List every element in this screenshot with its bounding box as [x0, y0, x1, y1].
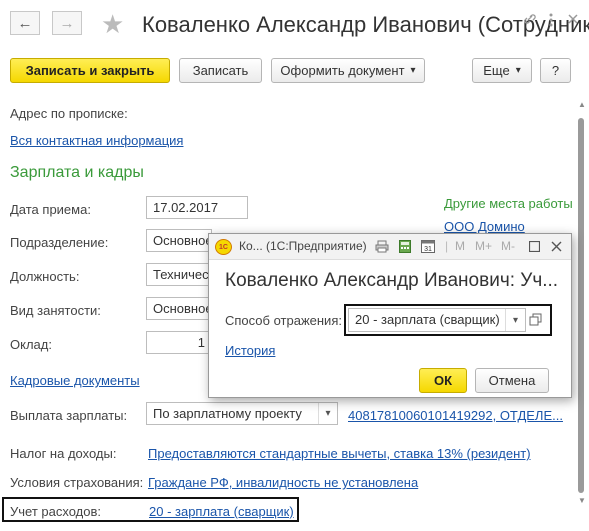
position-label: Должность: [10, 269, 80, 284]
method-select[interactable]: 20 - зарплата (сварщик) [348, 308, 526, 332]
save-button[interactable]: Записать [179, 58, 262, 83]
save-and-close-button[interactable]: Записать и закрыть [10, 58, 170, 83]
make-document-button[interactable]: Оформить документ ▾ [271, 58, 425, 83]
company-link[interactable]: ООО Домино [444, 219, 525, 234]
printer-icon[interactable] [375, 240, 389, 253]
contact-info-link[interactable]: Вся контактная информация [10, 133, 183, 148]
scrollbar-thumb[interactable] [578, 118, 584, 493]
salary-field[interactable]: 1 [146, 331, 212, 354]
open-icon[interactable] [529, 313, 543, 327]
payout-label: Выплата зарплаты: [10, 408, 128, 423]
chevron-down-icon[interactable]: ▾ [318, 403, 337, 424]
more-button[interactable]: Еще ▾ [472, 58, 532, 83]
other-workplaces-label: Другие места работы [444, 196, 573, 211]
forward-button[interactable]: → [52, 11, 82, 35]
hire-date-field[interactable]: 17.02.2017 [146, 196, 248, 219]
memory-plus-button[interactable]: M+ [475, 239, 492, 253]
maximize-icon[interactable] [529, 241, 540, 252]
insurance-label: Условия страхования: [10, 475, 144, 490]
link-icon[interactable] [523, 12, 537, 26]
tax-link[interactable]: Предоставляются стандартные вычеты, став… [148, 446, 531, 461]
close-icon[interactable] [551, 241, 562, 252]
window-title: Коваленко Александр Иванович (Сотрудник) [142, 12, 589, 37]
scroll-up-icon[interactable]: ▲ [578, 100, 586, 109]
back-button[interactable]: ← [10, 11, 40, 35]
arrow-left-icon: ← [17, 14, 33, 32]
chevron-down-icon: ▾ [410, 65, 416, 76]
address-label: Адрес по прописке: [10, 106, 128, 121]
svg-text:31: 31 [424, 246, 432, 253]
chevron-down-icon: ▾ [515, 65, 521, 76]
section-title: Зарплата и кадры [10, 164, 144, 181]
department-label: Подразделение: [10, 235, 109, 250]
hr-documents-link[interactable]: Кадровые документы [10, 373, 140, 388]
memory-button[interactable]: M [455, 239, 465, 253]
expense-method-dialog: 1С Ко... (1С:Предприятие) 31 | M M+ M- К… [208, 233, 572, 398]
insurance-link[interactable]: Граждане РФ, инвалидность не установлена [148, 475, 418, 490]
arrow-right-icon: → [59, 14, 75, 32]
hire-date-label: Дата приема: [10, 202, 91, 217]
memory-minus-button[interactable]: M- [501, 239, 515, 253]
dialog-header: 1С Ко... (1С:Предприятие) 31 | M M+ M- [209, 234, 571, 260]
help-button[interactable]: ? [540, 58, 571, 83]
app-logo-icon: 1С [215, 239, 232, 255]
chevron-down-icon[interactable]: ▾ [505, 309, 525, 331]
ok-button[interactable]: ОК [419, 368, 467, 393]
dialog-header-title: Ко... (1С:Предприятие) [239, 239, 367, 253]
cancel-button[interactable]: Отмена [475, 368, 549, 393]
employment-label: Вид занятости: [10, 303, 101, 318]
department-field[interactable]: Основное [146, 229, 212, 252]
tax-label: Налог на доходы: [10, 446, 117, 461]
scroll-down-icon[interactable]: ▼ [578, 496, 586, 505]
close-icon[interactable] [567, 13, 579, 25]
salary-label: Оклад: [10, 337, 52, 352]
dialog-title: Коваленко Александр Иванович: Уч... [225, 270, 559, 291]
divider: | [445, 239, 449, 253]
more-vertical-icon[interactable] [548, 12, 554, 28]
expenses-highlight-frame [2, 497, 299, 522]
position-field[interactable]: Технически [146, 263, 212, 286]
employment-field[interactable]: Основное [146, 297, 212, 320]
payout-select[interactable]: По зарплатному проекту [146, 402, 338, 425]
favorite-star-icon[interactable]: ★ [101, 9, 124, 40]
bank-account-link[interactable]: 40817810060101419292, ОТДЕЛЕ... [348, 408, 563, 423]
calculator-icon[interactable] [399, 240, 411, 253]
history-link[interactable]: История [225, 343, 275, 358]
method-label: Способ отражения: [225, 313, 342, 328]
calendar-icon[interactable]: 31 [421, 239, 435, 253]
